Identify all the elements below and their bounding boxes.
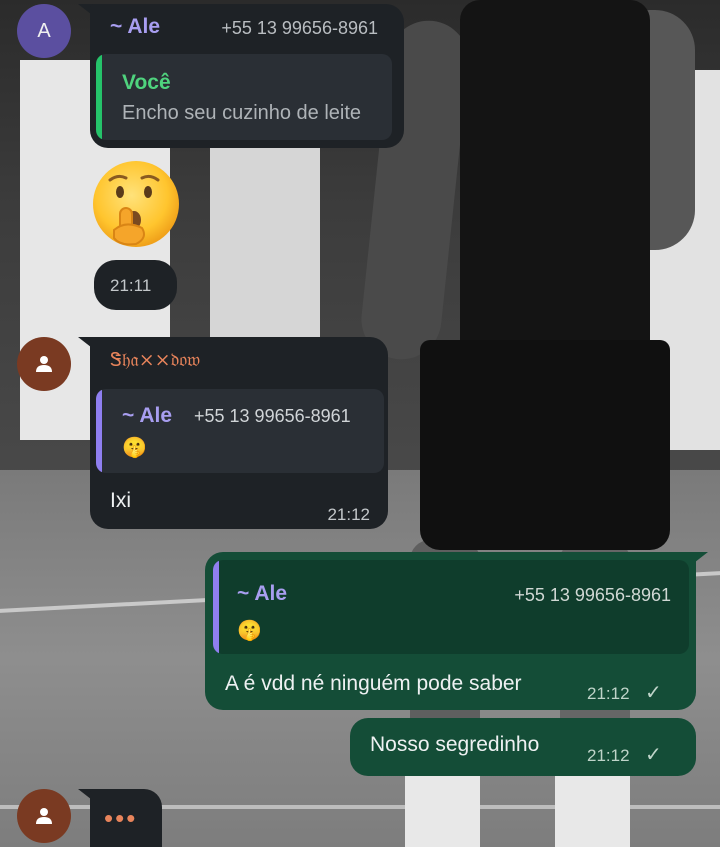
quote-phone: +55 13 99656-8961 — [194, 406, 351, 426]
quote-emoji: 🤫 — [237, 620, 262, 642]
message-bubble-outgoing[interactable]: ~ Ale +55 13 99656-8961 🤫 A é vdd né nin… — [205, 552, 696, 710]
sent-check-icon: ✓ — [645, 682, 662, 704]
sender-name[interactable]: Ꮥ𝔥𝔞××𝔡𝔬𝔴 — [110, 349, 200, 371]
sent-check-icon: ✓ — [645, 744, 662, 766]
shushing-face-icon[interactable] — [90, 158, 182, 250]
quoted-message[interactable]: Você Encho seu cuzinho de leite — [96, 54, 392, 140]
quoted-message[interactable]: ~ Ale +55 13 99656-8961 🤫 — [96, 389, 384, 473]
message-time: 21:12 — [587, 746, 630, 765]
avatar-letter: A — [37, 19, 51, 42]
message-text: Ixi — [110, 489, 131, 512]
typing-dots: ••• — [104, 803, 138, 833]
quote-bar — [96, 54, 102, 140]
avatar-shaxxdow[interactable] — [17, 337, 71, 391]
message-bubble-ale[interactable]: ~ Ale +55 13 99656-8961 Você Encho seu c… — [90, 4, 404, 148]
quote-author: ~ Ale — [237, 582, 287, 605]
quote-author: ~ Ale — [122, 404, 172, 427]
quote-phone: +55 13 99656-8961 — [514, 585, 671, 605]
message-text: Nosso segredinho — [370, 733, 540, 756]
time-pill: 21:11 — [94, 260, 177, 310]
player-sock — [405, 775, 480, 847]
avatar-ale[interactable]: A — [17, 4, 71, 58]
message-time: 21:12 — [327, 505, 370, 524]
quote-text: Encho seu cuzinho de leite — [122, 102, 362, 124]
bubble-tail — [690, 552, 708, 566]
message-bubble-shaxxdow[interactable]: Ꮥ𝔥𝔞××𝔡𝔬𝔴 ~ Ale +55 13 99656-8961 🤫 Ixi 2… — [90, 337, 388, 529]
quote-bar — [96, 389, 102, 473]
message-bubble-outgoing[interactable]: Nosso segredinho 21:12 ✓ — [350, 718, 696, 776]
player-shorts — [420, 340, 670, 550]
message-text: A é vdd né ninguém pode saber — [225, 672, 522, 695]
person-icon — [36, 356, 52, 372]
quote-bar — [213, 560, 219, 654]
quoted-message[interactable]: ~ Ale +55 13 99656-8961 🤫 — [213, 560, 689, 654]
typing-indicator: ••• — [90, 789, 162, 847]
avatar-shaxxdow[interactable] — [17, 789, 71, 843]
message-time: 21:12 — [587, 684, 630, 703]
person-icon — [36, 808, 52, 824]
quote-emoji: 🤫 — [122, 437, 147, 459]
player-torso — [460, 0, 650, 390]
message-time: 21:11 — [110, 276, 152, 295]
player-sock — [555, 775, 630, 847]
quote-author: Você — [122, 71, 171, 94]
sender-name[interactable]: ~ Ale — [110, 15, 160, 39]
sender-phone: +55 13 99656-8961 — [221, 18, 378, 38]
